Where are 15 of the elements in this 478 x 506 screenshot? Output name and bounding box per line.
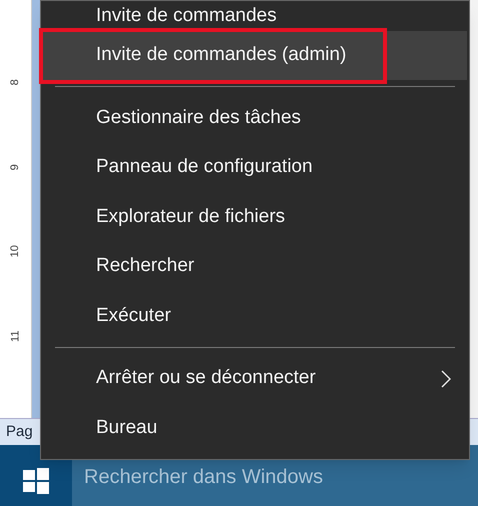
ruler-number: 10 <box>8 245 22 258</box>
menu-item[interactable]: Exécuter <box>43 291 467 341</box>
ruler-number: 9 <box>8 164 22 170</box>
menu-item[interactable]: Arrêter ou se déconnecter <box>43 354 467 404</box>
menu-item[interactable]: Invite de commandes <box>43 1 467 31</box>
menu-item[interactable]: Gestionnaire des tâches <box>43 93 467 143</box>
ruler-number: 8 <box>8 79 22 86</box>
status-text: Pag <box>6 422 33 442</box>
windows-logo-icon <box>23 468 49 494</box>
menu-item[interactable]: Panneau de configuration <box>43 142 467 192</box>
ruler-number: 11 <box>8 330 22 342</box>
menu-item[interactable]: Rechercher <box>43 242 467 292</box>
search-placeholder: Rechercher dans Windows <box>84 465 323 490</box>
menu-item[interactable]: Explorateur de fichiers <box>43 192 467 242</box>
chevron-right-icon <box>441 370 451 388</box>
